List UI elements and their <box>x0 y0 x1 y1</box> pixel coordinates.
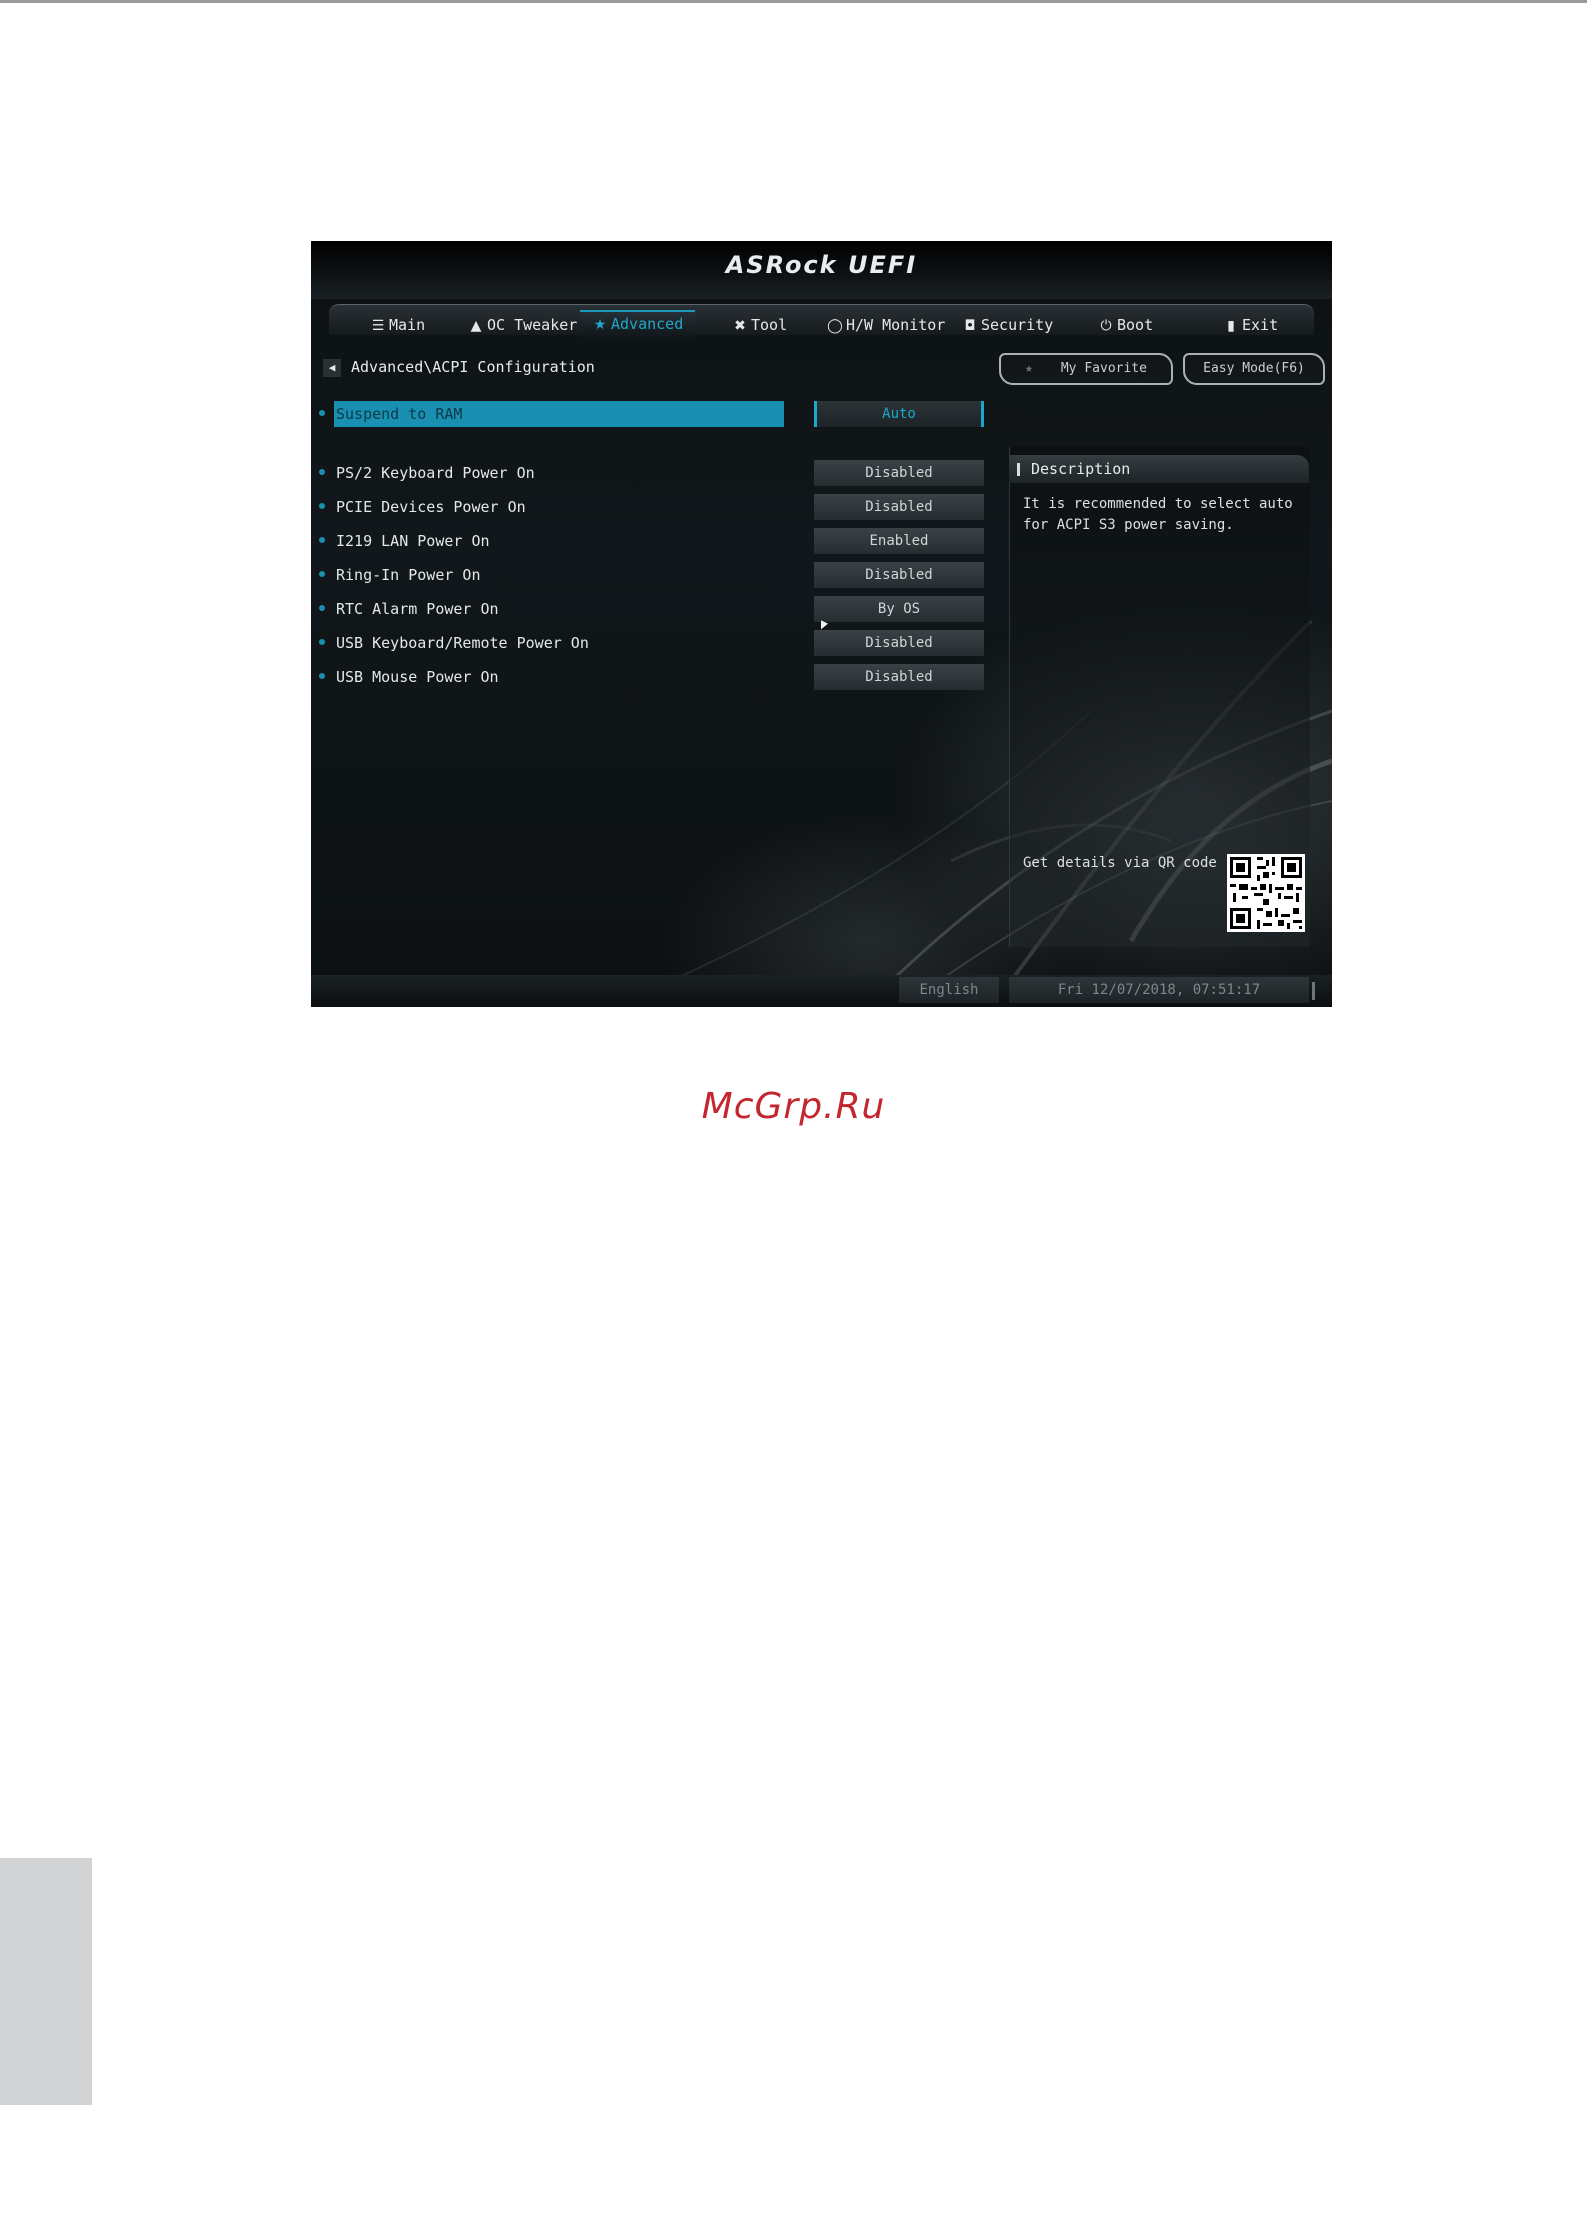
setting-label: RTC Alarm Power On <box>336 600 499 618</box>
tab-main[interactable]: ☰ Main <box>370 313 425 337</box>
flame-icon: ▲ <box>470 318 482 334</box>
setting-row-ps2-keyboard-power-on[interactable]: PS/2 Keyboard Power On Disabled <box>319 460 999 486</box>
brand-logo: ASRock UEFI <box>725 251 918 279</box>
uefi-screenshot: ASRock UEFI ☰ Main ▲ OC Tweaker ★ Advanced … <box>311 241 1332 1007</box>
qr-code-icon <box>1227 854 1305 932</box>
setting-label: PCIE Devices Power On <box>336 498 526 516</box>
row-bullet-icon <box>319 537 325 543</box>
tab-oc-tweaker[interactable]: ▲ OC Tweaker <box>468 313 578 337</box>
list-icon: ☰ <box>371 318 385 334</box>
date-time-display: Fri 12/07/2018, 07:51:17 <box>1009 977 1309 1003</box>
setting-row-i219-lan-power-on[interactable]: I219 LAN Power On Enabled <box>319 528 999 554</box>
setting-row-suspend-to-ram[interactable]: Suspend to RAM Auto <box>319 401 999 427</box>
monitor-icon: ◯ <box>827 318 843 334</box>
setting-label: PS/2 Keyboard Power On <box>336 464 535 482</box>
setting-value-select[interactable]: Disabled <box>814 562 984 588</box>
setting-row-pcie-devices-power-on[interactable]: PCIE Devices Power On Disabled <box>319 494 999 520</box>
setting-value-select[interactable]: Disabled <box>814 664 984 690</box>
setting-label: USB Mouse Power On <box>336 668 499 686</box>
header-tick <box>1017 463 1020 476</box>
breadcrumb-path: Advanced\ACPI Configuration <box>351 358 595 376</box>
exit-icon: ▮ <box>1227 318 1235 334</box>
setting-value-select[interactable]: Disabled <box>814 460 984 486</box>
page-side-tab <box>0 1858 92 2105</box>
tab-boot[interactable]: ⏻ Boot <box>1098 313 1153 337</box>
watermark-text: McGrp.Ru <box>701 1086 886 1127</box>
row-bullet-icon <box>319 410 325 416</box>
top-rule <box>0 0 1587 3</box>
setting-label: Ring-In Power On <box>336 566 481 584</box>
tab-advanced[interactable]: ★ Advanced <box>580 310 696 339</box>
star-icon: ★ <box>1025 361 1033 376</box>
breadcrumb: ◀ Advanced\ACPI Configuration <box>323 357 595 377</box>
setting-value-select[interactable]: Enabled <box>814 528 984 554</box>
my-favorite-button[interactable]: ★ My Favorite <box>999 353 1173 385</box>
setting-value-select[interactable]: Disabled <box>814 494 984 520</box>
setting-label: I219 LAN Power On <box>336 532 490 550</box>
tab-hw-monitor[interactable]: ◯ H/W Monitor <box>827 313 945 337</box>
setting-value-select[interactable]: Disabled <box>814 630 984 656</box>
setting-value-select[interactable]: By OS <box>814 596 984 622</box>
setting-row-rtc-alarm-power-on[interactable]: RTC Alarm Power On By OS <box>319 596 999 622</box>
setting-row-ring-in-power-on[interactable]: Ring-In Power On Disabled <box>319 562 999 588</box>
setting-label: USB Keyboard/Remote Power On <box>336 634 589 652</box>
row-bullet-icon <box>319 673 325 679</box>
setting-row-usb-mouse-power-on[interactable]: USB Mouse Power On Disabled <box>319 664 999 690</box>
setting-label: Suspend to RAM <box>336 405 463 423</box>
status-right-marker <box>1312 982 1315 1000</box>
tab-tool[interactable]: ✖ Tool <box>732 313 787 337</box>
description-text: It is recommended to select auto for ACP… <box>1023 496 1293 533</box>
row-bullet-icon <box>319 639 325 645</box>
setting-row-usb-keyboard-remote-power-on[interactable]: USB Keyboard/Remote Power On Disabled <box>319 630 999 656</box>
setting-value-select[interactable]: Auto <box>814 401 984 427</box>
star-icon: ★ <box>593 317 607 333</box>
row-bullet-icon <box>319 503 325 509</box>
qr-label: Get details via QR code <box>1023 855 1217 871</box>
power-icon: ⏻ <box>1100 318 1112 334</box>
row-bullet-icon <box>319 571 325 577</box>
wrench-icon: ✖ <box>734 318 746 334</box>
tab-security[interactable]: ◘ Security <box>962 313 1053 337</box>
row-bullet-icon <box>319 605 325 611</box>
back-arrow-icon[interactable]: ◀ <box>323 358 341 377</box>
tab-exit[interactable]: ▮ Exit <box>1223 313 1278 337</box>
row-bullet-icon <box>319 469 325 475</box>
easy-mode-button[interactable]: Easy Mode(F6) <box>1183 353 1325 385</box>
shield-icon: ◘ <box>964 318 976 334</box>
language-button[interactable]: English <box>899 977 999 1003</box>
description-title: Description <box>1031 460 1131 478</box>
